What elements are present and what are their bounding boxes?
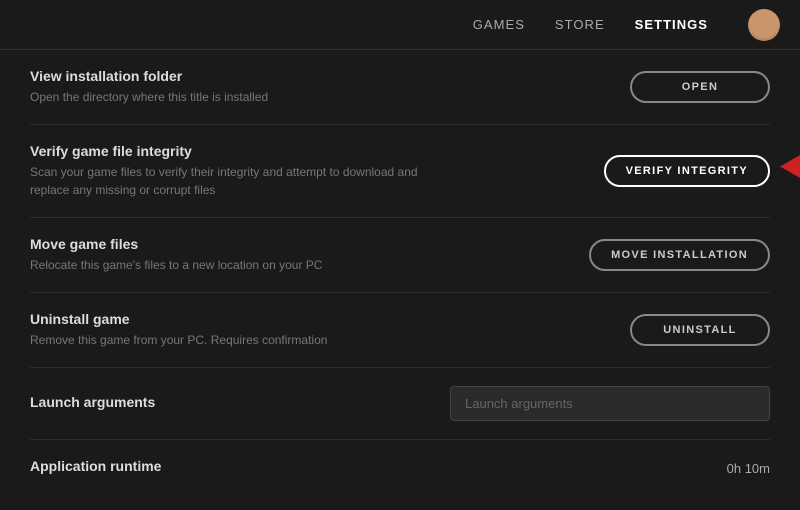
move-installation-row: Move game files Relocate this game's fil… [30,218,770,293]
uninstall-row: Uninstall game Remove this game from you… [30,293,770,368]
verify-integrity-desc: Scan your game files to verify their int… [30,163,450,199]
runtime-value: 0h 10m [727,461,770,476]
top-nav: GAMES STORE SETTINGS [0,0,800,50]
red-arrow-indicator [780,148,800,189]
runtime-info: Application runtime [30,458,727,478]
runtime-row: Application runtime 0h 10m [30,440,770,496]
view-installation-row: View installation folder Open the direct… [30,50,770,125]
avatar[interactable] [748,9,780,41]
uninstall-action: UNINSTALL [630,314,770,346]
nav-store[interactable]: STORE [555,17,605,32]
avatar-image [748,9,780,41]
uninstall-desc: Remove this game from your PC. Requires … [30,331,450,349]
view-installation-desc: Open the directory where this title is i… [30,88,450,106]
move-installation-action: MOVE INSTALLATION [589,239,770,271]
launch-args-title: Launch arguments [30,394,430,410]
verify-integrity-title: Verify game file integrity [30,143,584,159]
view-installation-title: View installation folder [30,68,610,84]
move-installation-info: Move game files Relocate this game's fil… [30,236,589,274]
launch-args-info: Launch arguments [30,394,450,414]
view-installation-action: OPEN [630,71,770,103]
nav-items: GAMES STORE SETTINGS [473,9,780,41]
verify-integrity-action: VERIFY INTEGRITY [604,155,770,187]
runtime-action: 0h 10m [727,461,770,476]
view-installation-info: View installation folder Open the direct… [30,68,630,106]
launch-args-input[interactable] [450,386,770,421]
open-button[interactable]: OPEN [630,71,770,103]
uninstall-button[interactable]: UNINSTALL [630,314,770,346]
settings-content: View installation folder Open the direct… [0,50,800,510]
verify-integrity-button[interactable]: VERIFY INTEGRITY [604,155,770,187]
verify-integrity-info: Verify game file integrity Scan your gam… [30,143,604,199]
verify-integrity-row: Verify game file integrity Scan your gam… [30,125,770,218]
launch-args-row: Launch arguments [30,368,770,440]
uninstall-info: Uninstall game Remove this game from you… [30,311,630,349]
move-installation-desc: Relocate this game's files to a new loca… [30,256,450,274]
launch-args-action [450,386,770,421]
nav-settings[interactable]: SETTINGS [635,17,708,32]
move-installation-title: Move game files [30,236,569,252]
runtime-title: Application runtime [30,458,707,474]
uninstall-title: Uninstall game [30,311,610,327]
move-installation-button[interactable]: MOVE INSTALLATION [589,239,770,271]
nav-games[interactable]: GAMES [473,17,525,32]
